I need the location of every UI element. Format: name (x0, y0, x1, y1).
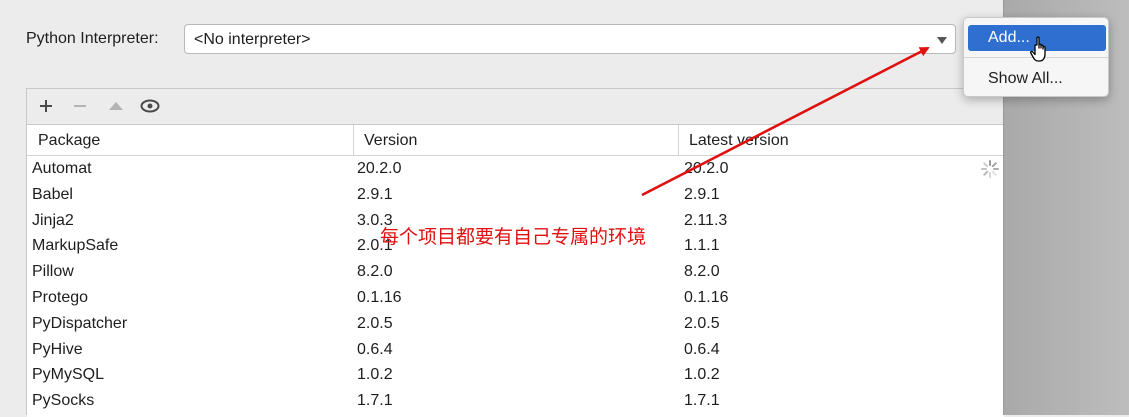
package-name-cell: PyDispatcher (32, 314, 128, 332)
package-name-cell: MarkupSafe (32, 237, 119, 255)
package-name-cell: Automat (32, 160, 92, 177)
python-interpreter-combobox[interactable]: <No interpreter> (184, 24, 956, 54)
hand-cursor-icon (1030, 36, 1046, 62)
eye-icon[interactable] (139, 95, 161, 117)
version-cell: 8.2.0 (357, 263, 393, 281)
packages-table: Package Version Latest version Automat 2… (27, 124, 1004, 417)
annotation-text: 每个项目都要有自己专属的环境 (380, 226, 647, 248)
version-cell: 2.0.5 (357, 314, 393, 332)
version-cell: 1.0.2 (357, 366, 393, 384)
latest-version-cell: 2.0.5 (684, 314, 720, 332)
plus-icon[interactable] (35, 95, 57, 117)
python-interpreter-label: Python Interpreter: (26, 30, 159, 47)
package-name-cell: Pillow (32, 263, 74, 281)
column-header-latest-version[interactable]: Latest version (689, 132, 789, 150)
latest-version-cell: 1.0.2 (684, 366, 720, 384)
triangle-up-icon[interactable] (105, 95, 127, 117)
version-cell: 20.2.0 (357, 160, 402, 177)
package-name-cell: Jinja2 (32, 211, 74, 229)
loading-spinner-icon (981, 160, 999, 178)
latest-version-cell: 1.1.1 (684, 237, 720, 255)
column-divider[interactable] (353, 125, 354, 156)
latest-version-cell: 1.7.1 (684, 392, 720, 410)
package-name-cell: Babel (32, 185, 73, 203)
latest-version-cell: 0.6.4 (684, 340, 720, 358)
packages-toolbar (27, 89, 1003, 124)
latest-version-cell: 20.2.0 (684, 160, 729, 177)
latest-version-cell: 2.11.3 (684, 211, 728, 229)
table-row[interactable]: PyHive 0.6.4 0.6.4 (27, 337, 1004, 363)
python-interpreter-value: <No interpreter> (194, 31, 311, 48)
table-row[interactable]: PyDispatcher 2.0.5 2.0.5 (27, 311, 1004, 337)
table-row[interactable]: PySocks 1.7.1 1.7.1 (27, 388, 1004, 414)
menu-item-show-all[interactable]: Show All... (968, 66, 1106, 92)
table-row[interactable]: PyMySQL 1.0.2 1.0.2 (27, 362, 1004, 388)
packages-table-body: Automat 20.2.0 20.2.0 Babel 2.9.1 2.9.1 … (27, 156, 1004, 414)
column-header-version[interactable]: Version (364, 132, 417, 150)
version-cell: 2.9.1 (357, 185, 393, 203)
latest-version-cell: 0.1.16 (684, 288, 729, 306)
dropdown-arrow-icon[interactable] (937, 37, 947, 44)
version-cell: 1.7.1 (357, 392, 393, 410)
project-interpreter-dialog: Python Interpreter: <No interpreter> Pac… (0, 0, 1004, 417)
table-row[interactable]: Pillow 8.2.0 8.2.0 (27, 259, 1004, 285)
version-cell: 0.6.4 (357, 340, 393, 358)
package-name-cell: Protego (32, 288, 89, 306)
minus-icon[interactable] (69, 95, 91, 117)
latest-version-cell: 8.2.0 (684, 263, 720, 281)
package-name-cell: PyMySQL (32, 366, 105, 384)
package-name-cell: PySocks (32, 392, 95, 410)
packages-table-header: Package Version Latest version (27, 125, 1004, 156)
latest-version-cell: 2.9.1 (684, 185, 720, 203)
version-cell: 0.1.16 (357, 288, 402, 306)
table-row[interactable]: Protego 0.1.16 0.1.16 (27, 285, 1004, 311)
table-row[interactable]: Automat 20.2.0 20.2.0 (27, 156, 1004, 182)
column-header-package[interactable]: Package (38, 132, 100, 150)
package-name-cell: PyHive (32, 340, 83, 358)
column-divider[interactable] (678, 125, 679, 156)
table-row[interactable]: Babel 2.9.1 2.9.1 (27, 182, 1004, 208)
packages-panel: Package Version Latest version Automat 2… (26, 88, 1004, 417)
